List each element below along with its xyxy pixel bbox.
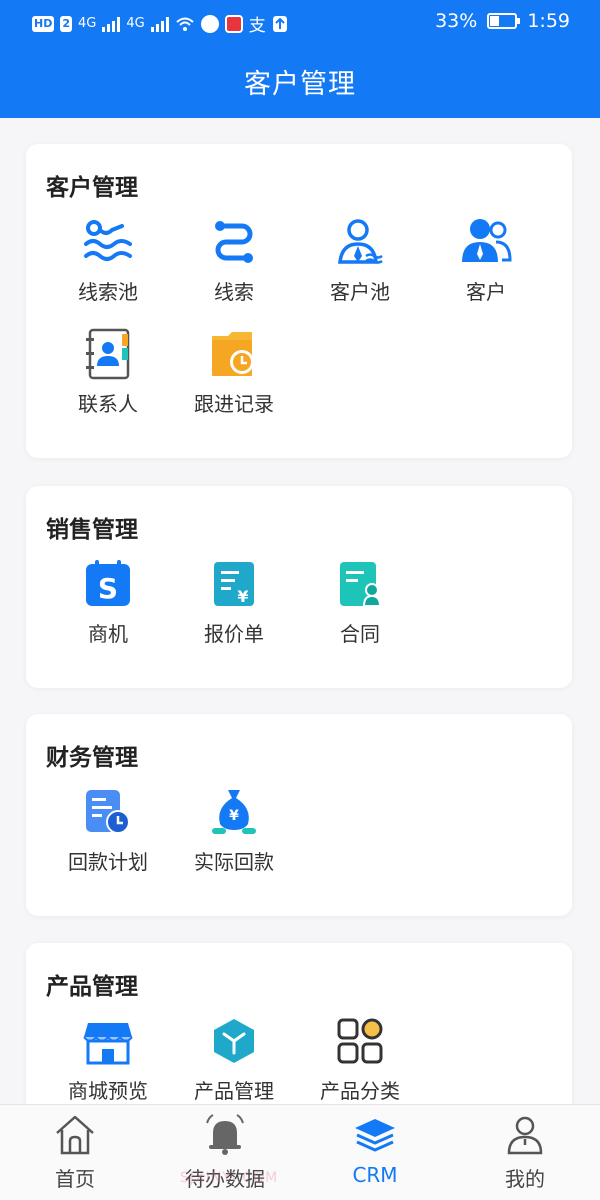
page-title: 客户管理 xyxy=(244,69,356,100)
battery-icon xyxy=(487,13,521,29)
grid-item-label: 线索 xyxy=(214,280,254,304)
profile-icon xyxy=(507,1116,543,1155)
grid-item-label: 商城预览 xyxy=(68,1079,148,1103)
browser-icon xyxy=(200,14,219,33)
address-book-icon xyxy=(82,328,134,380)
grid-item-product-category[interactable]: 产品分类 xyxy=(297,1015,423,1105)
grid-item-quote[interactable]: ¥ 报价单 xyxy=(171,558,297,648)
grid-item-label: 线索池 xyxy=(78,280,138,304)
app-notify-icon xyxy=(224,14,243,33)
grid-item-shop-preview[interactable]: 商城预览 xyxy=(45,1015,171,1105)
calendar-s-icon: S xyxy=(82,558,134,610)
alipay-icon: 支 xyxy=(248,16,266,36)
quote-icon: ¥ xyxy=(208,558,260,610)
svg-text:S: S xyxy=(98,572,118,605)
section-title: 销售管理 xyxy=(46,517,138,543)
grid-item-label: 商机 xyxy=(88,622,128,646)
bottom-tab-bar: 首页 待办数据 CRM 我的 xyxy=(0,1104,600,1200)
folder-clock-icon xyxy=(208,328,260,380)
layers-icon xyxy=(355,1119,395,1152)
grid-item-label: 客户 xyxy=(466,280,506,304)
tab-label: 待办数据 xyxy=(185,1167,265,1191)
status-bar: HD 2 4G 4G 支 33% 1:59 xyxy=(0,0,600,44)
category-icon xyxy=(334,1015,386,1067)
sim-badge: 2 xyxy=(60,15,72,32)
clock: 1:59 xyxy=(527,10,570,32)
contract-icon xyxy=(334,558,386,610)
grid-item-actual-payment[interactable]: ¥ 实际回款 xyxy=(171,786,297,876)
grid-item-follow-up[interactable]: 跟进记录 xyxy=(171,328,297,418)
users-icon xyxy=(460,216,512,268)
shop-icon xyxy=(82,1015,134,1067)
grid-item-lead-pool[interactable]: 线索池 xyxy=(45,216,171,306)
grid-item-label: 实际回款 xyxy=(194,850,274,874)
upload-icon xyxy=(272,15,287,32)
grid-item-label: 客户池 xyxy=(330,280,390,304)
cube-icon xyxy=(208,1015,260,1067)
tab-mine[interactable]: 我的 xyxy=(450,1105,600,1200)
grid-item-contacts[interactable]: 联系人 xyxy=(45,328,171,418)
grid-item-customer-pool[interactable]: 客户池 xyxy=(297,216,423,306)
section-customer-management: 客户管理 线索池 线索 客户池 客户 联系人 跟进记录 xyxy=(26,144,572,458)
grid-item-label: 合同 xyxy=(340,622,380,646)
money-bag-icon: ¥ xyxy=(208,786,260,838)
battery-percent: 33% xyxy=(435,10,478,32)
payment-plan-icon xyxy=(82,786,134,838)
grid-item-opportunity[interactable]: S 商机 xyxy=(45,558,171,648)
section-title: 客户管理 xyxy=(46,175,138,201)
tab-label: CRM xyxy=(352,1163,398,1187)
grid-item-product-management[interactable]: 产品管理 xyxy=(171,1015,297,1105)
grid-item-label: 报价单 xyxy=(204,622,264,646)
signal-icon xyxy=(102,16,121,32)
grid-item-contract[interactable]: 合同 xyxy=(297,558,423,648)
section-sales-management: 销售管理 S 商机 ¥ 报价单 合同 xyxy=(26,486,572,688)
grid-item-label: 回款计划 xyxy=(68,850,148,874)
grid-item-customer[interactable]: 客户 xyxy=(423,216,549,306)
tab-label: 首页 xyxy=(55,1167,95,1191)
tab-label: 我的 xyxy=(505,1167,545,1191)
section-title: 财务管理 xyxy=(46,745,138,771)
wifi-icon xyxy=(176,17,194,31)
grid-item-payment-plan[interactable]: 回款计划 xyxy=(45,786,171,876)
network-label-1: 4G xyxy=(78,16,97,31)
header-bar: HD 2 4G 4G 支 33% 1:59 客户管理 xyxy=(0,0,600,118)
tab-crm[interactable]: CRM xyxy=(300,1105,450,1200)
svg-text:¥: ¥ xyxy=(237,587,248,606)
network-label-2: 4G xyxy=(126,16,145,31)
grid-item-lead[interactable]: 线索 xyxy=(171,216,297,306)
home-icon xyxy=(56,1115,94,1155)
route-icon xyxy=(208,216,260,268)
tab-todo[interactable]: 待办数据 xyxy=(150,1105,300,1200)
bell-icon xyxy=(206,1114,244,1155)
section-title: 产品管理 xyxy=(46,974,138,1000)
waves-icon xyxy=(82,216,134,268)
grid-item-label: 跟进记录 xyxy=(194,392,274,416)
tab-home[interactable]: 首页 xyxy=(0,1105,150,1200)
grid-item-label: 产品分类 xyxy=(320,1079,400,1103)
signal-icon-2 xyxy=(150,16,169,32)
section-finance-management: 财务管理 回款计划 ¥ 实际回款 xyxy=(26,714,572,916)
svg-text:¥: ¥ xyxy=(229,808,239,824)
grid-item-label: 联系人 xyxy=(78,392,138,416)
user-pool-icon xyxy=(334,216,386,268)
grid-item-label: 产品管理 xyxy=(194,1079,274,1103)
hd-badge: HD xyxy=(32,15,55,32)
